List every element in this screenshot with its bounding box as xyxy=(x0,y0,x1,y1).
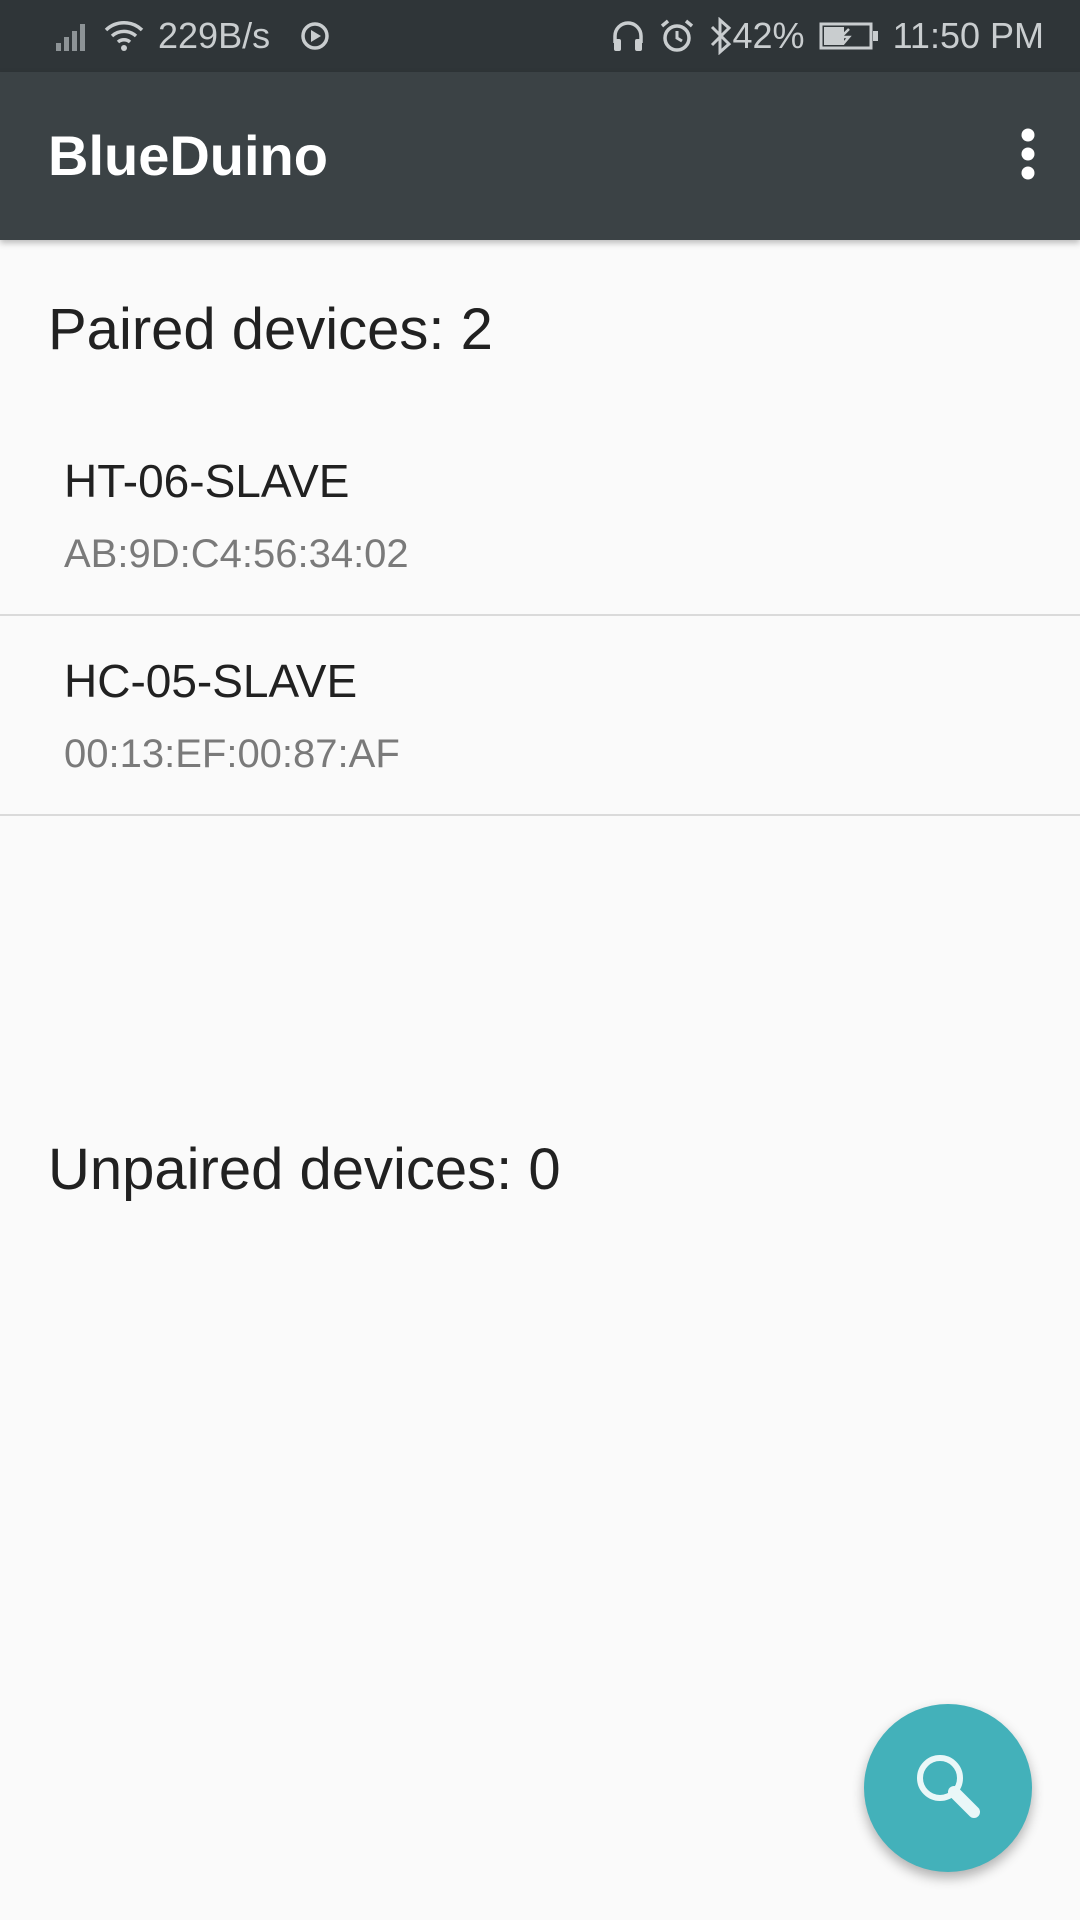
status-bar: 229B/s 42% 11:50 PM xyxy=(0,0,1080,72)
overflow-menu-button[interactable] xyxy=(996,116,1060,196)
device-name: HC-05-SLAVE xyxy=(64,655,358,707)
app-title: BlueDuino xyxy=(48,124,328,187)
device-item[interactable]: HC-05-SLAVE 00:13:EF:00:87:AF xyxy=(0,616,1080,816)
device-address: AB:9D:C4:56:34:02 xyxy=(64,532,409,576)
overflow-menu-icon xyxy=(1020,128,1036,185)
search-fab-button[interactable] xyxy=(864,1704,1032,1872)
unpaired-devices-title: Unpaired devices: 0 xyxy=(48,1137,561,1202)
battery-icon xyxy=(819,21,879,51)
device-item[interactable]: HT-06-SLAVE AB:9D:C4:56:34:02 xyxy=(0,416,1080,616)
net-speed: 229B/s xyxy=(158,15,271,56)
clock: 11:50 PM xyxy=(892,15,1044,56)
alarm-icon xyxy=(659,18,695,54)
wifi-icon xyxy=(104,20,144,52)
bluetooth-icon xyxy=(709,17,733,55)
paired-devices-title: Paired devices: 2 xyxy=(48,297,493,362)
sync-icon xyxy=(298,19,332,53)
battery-percent: 42% xyxy=(732,15,805,56)
signal-icon xyxy=(56,21,90,51)
search-icon xyxy=(908,1746,988,1831)
device-address: 00:13:EF:00:87:AF xyxy=(64,732,400,776)
device-name: HT-06-SLAVE xyxy=(64,455,350,507)
app-bar: BlueDuino xyxy=(0,72,1080,240)
headphones-icon xyxy=(611,19,645,53)
